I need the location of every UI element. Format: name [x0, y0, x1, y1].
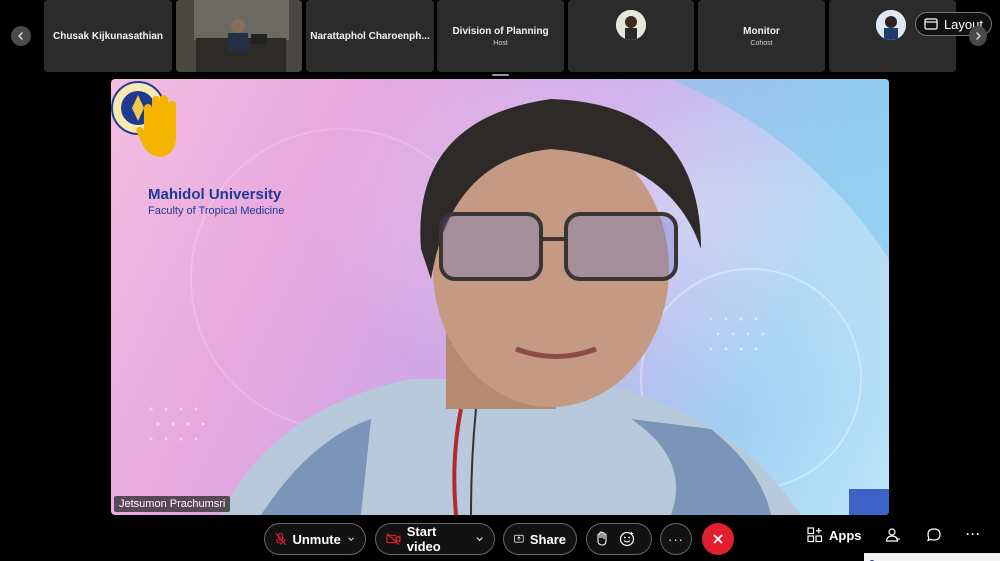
end-call-button[interactable]	[702, 523, 734, 555]
apps-label: Apps	[829, 527, 862, 543]
layout-icon	[924, 18, 938, 30]
ellipsis-icon: ···	[966, 527, 981, 541]
participant-name: Chusak Kijkunasathian	[52, 30, 164, 42]
share-label: Share	[529, 531, 566, 547]
participant-tile[interactable]: Narattaphol Charoenph...	[306, 0, 434, 72]
speaker-name-label: Jetsumon Prachumsri	[114, 496, 231, 512]
apps-button[interactable]: Apps	[807, 527, 862, 543]
participant-video-feed	[176, 0, 302, 72]
participant-role: Cohost	[750, 39, 773, 47]
meeting-control-bar: Unmute Start video Share ··· Apps ···	[0, 519, 1000, 561]
faculty-name: Faculty of Tropical Medicine	[148, 205, 285, 217]
org-name: Mahidol University	[148, 186, 282, 203]
avatar	[616, 10, 646, 40]
participant-name: Narattaphol Charoenph...	[310, 30, 430, 42]
more-panels-button[interactable]: ···	[966, 527, 981, 541]
chevron-left-icon	[18, 32, 23, 40]
participant-filmstrip: Chusak Kijkunasathian Narattaphol Charoe…	[0, 0, 1000, 74]
participants-button[interactable]	[885, 527, 901, 543]
self-view-preview[interactable]	[864, 553, 1000, 561]
participant-tile-cohost[interactable]: Monitor Cohost	[698, 0, 825, 72]
video-off-icon	[386, 532, 401, 546]
participant-tile[interactable]	[829, 0, 956, 72]
chevron-down-icon	[476, 537, 483, 542]
background-edge	[849, 489, 889, 515]
microphone-muted-icon	[275, 532, 287, 546]
share-screen-icon	[514, 534, 524, 543]
share-button[interactable]: Share	[503, 523, 577, 555]
start-video-label: Start video	[406, 524, 441, 554]
participant-tile-host[interactable]: Division of Planning Host	[437, 0, 564, 72]
participant-tile[interactable]: Chusak Kijkunasathian	[44, 0, 172, 72]
avatar	[876, 10, 906, 40]
participant-name: Division of Planning	[452, 25, 549, 37]
participant-tile[interactable]	[568, 0, 694, 72]
reactions-group	[586, 523, 652, 555]
filmstrip-next-button[interactable]	[969, 26, 987, 46]
close-icon	[713, 534, 723, 544]
chevron-down-icon	[348, 537, 354, 541]
unmute-label: Unmute	[292, 531, 341, 547]
filmstrip-prev-button[interactable]	[11, 26, 31, 46]
participants-icon	[885, 528, 900, 542]
raised-hand-icon	[136, 95, 176, 157]
speaker-video-feed	[111, 79, 889, 515]
participant-tile-video[interactable]	[176, 0, 302, 72]
raise-hand-icon[interactable]	[595, 531, 609, 547]
meeting-window: Chusak Kijkunasathian Narattaphol Charoe…	[0, 0, 1000, 561]
more-options-button[interactable]: ···	[660, 523, 692, 555]
participant-role: Host	[493, 39, 508, 47]
chat-button[interactable]	[926, 527, 942, 543]
apps-icon	[807, 527, 823, 543]
participant-name: Monitor	[743, 25, 780, 37]
ellipsis-icon: ···	[668, 531, 684, 547]
resize-handle[interactable]	[492, 74, 509, 76]
chevron-right-icon	[976, 32, 981, 40]
reactions-icon[interactable]	[619, 531, 635, 547]
unmute-button[interactable]: Unmute	[264, 523, 366, 555]
active-speaker-video: Mahidol University Faculty of Tropical M…	[111, 79, 889, 515]
start-video-button[interactable]: Start video	[375, 523, 495, 555]
chat-icon	[927, 528, 941, 542]
